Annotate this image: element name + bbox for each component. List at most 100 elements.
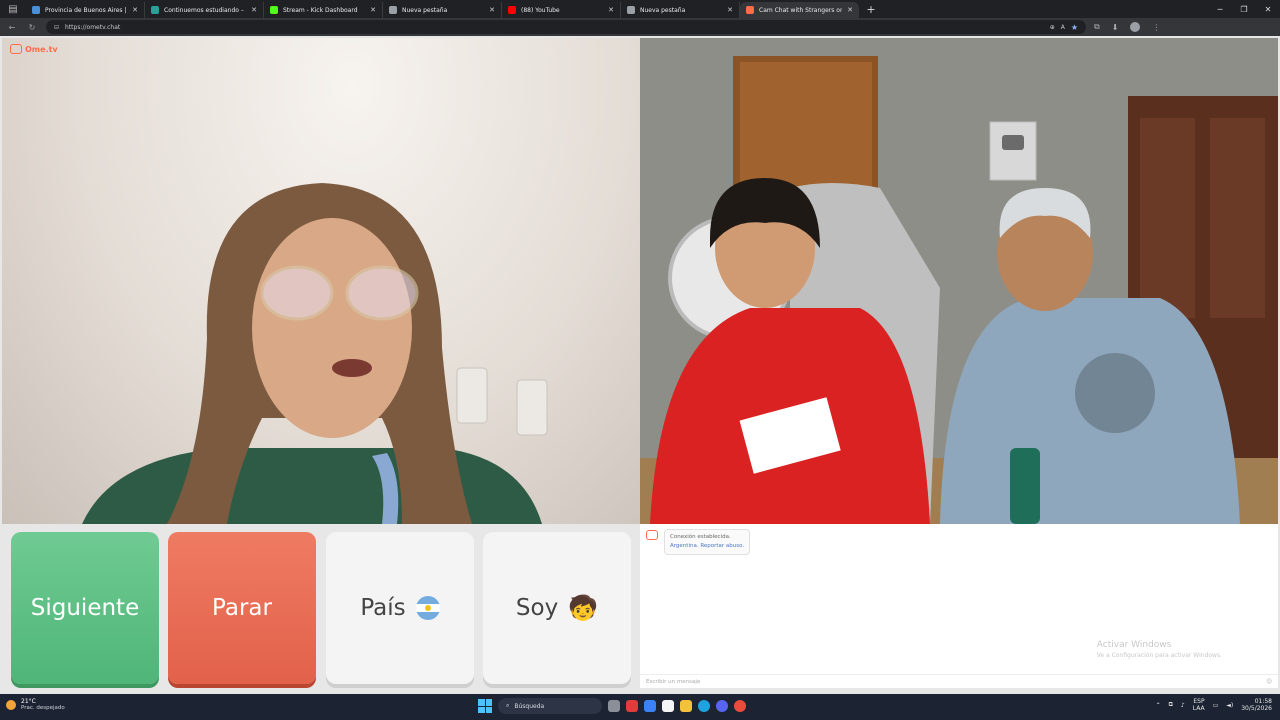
tab-search-icon[interactable]: ▤ xyxy=(0,0,26,18)
gender-button-label: Soy xyxy=(515,595,559,621)
boy-icon: 🧒 xyxy=(568,594,599,622)
search-icon: ⌕ xyxy=(506,702,510,709)
system-message: Conexión establecida. Argentina. Reporta… xyxy=(646,529,751,555)
tab-close-icon[interactable]: ✕ xyxy=(847,6,853,14)
tab-title: Provincia de Buenos Aires | xyxy=(45,6,127,14)
network-icon[interactable]: ▭ xyxy=(1213,702,1219,709)
tab-favicon-icon xyxy=(627,6,635,14)
weather-widget[interactable]: 21°C Prac. despejado xyxy=(6,698,65,712)
chat-input-placeholder: Escribir un mensaje xyxy=(646,678,701,685)
stop-button[interactable]: Parar xyxy=(168,532,316,684)
clock-date: 30/5/2026 xyxy=(1241,705,1272,712)
browser-tab[interactable]: Cam Chat with Strangers on ✕ xyxy=(740,2,859,18)
local-video: Ome.tv xyxy=(2,38,640,524)
address-bar[interactable]: ⊟ https://ometv.chat ⊕ A ★ xyxy=(46,20,1086,34)
watermark-title: Activar Windows xyxy=(1096,640,1172,650)
lang-top: ESP xyxy=(1193,698,1205,705)
ometv-chat-icon xyxy=(646,530,658,540)
app-icon-red[interactable] xyxy=(626,700,638,712)
tab-favicon-icon xyxy=(746,6,754,14)
tab-title: Nueva pestaña xyxy=(402,6,448,14)
task-view-icon[interactable] xyxy=(608,700,620,712)
window-controls: ─ ❐ ✕ xyxy=(1208,0,1280,18)
emoji-icon[interactable]: ☺ xyxy=(1266,679,1272,685)
clock[interactable]: 01:58 30/5/2026 xyxy=(1241,698,1272,712)
browser-tab[interactable]: Stream - Kick Dashboard ✕ xyxy=(264,2,383,18)
browser-tab[interactable]: Nueva pestaña ✕ xyxy=(383,2,502,18)
downloads-icon[interactable]: ⬇ xyxy=(1112,23,1119,32)
chrome-icon[interactable] xyxy=(734,700,746,712)
remote-video-scene xyxy=(640,38,1278,524)
gender-button[interactable]: Soy 🧒 xyxy=(483,532,631,684)
zoom-icon[interactable]: ⊕ xyxy=(1050,24,1055,31)
url-text: https://ometv.chat xyxy=(65,23,121,31)
bookmark-star-icon[interactable]: ★ xyxy=(1071,23,1078,32)
weather-sun-icon xyxy=(6,700,16,710)
browser-tab[interactable]: Provincia de Buenos Aires | ✕ xyxy=(26,2,145,18)
tab-favicon-icon xyxy=(508,6,516,14)
tab-close-icon[interactable]: ✕ xyxy=(370,6,376,14)
mic-icon[interactable]: ♪ xyxy=(1181,702,1185,709)
local-video-scene xyxy=(82,183,548,524)
maximize-icon[interactable]: ❐ xyxy=(1232,0,1256,18)
edge-icon[interactable] xyxy=(698,700,710,712)
site-info-icon[interactable]: ⊟ xyxy=(54,24,59,31)
lang-bottom: LAA xyxy=(1192,705,1205,712)
app-icon-white[interactable] xyxy=(662,700,674,712)
tab-title: Cam Chat with Strangers on xyxy=(759,6,843,14)
next-button[interactable]: Siguiente xyxy=(11,532,159,684)
tab-favicon-icon xyxy=(32,6,40,14)
discord-icon[interactable] xyxy=(716,700,728,712)
extensions-icon[interactable]: ⧉ xyxy=(1094,22,1100,32)
taskbar-apps: ⌕ Búsqueda xyxy=(478,698,746,714)
remote-video xyxy=(640,38,1278,524)
app-icon-blue[interactable] xyxy=(644,700,656,712)
tab-title: Nueva pestaña xyxy=(640,6,686,14)
browser-tab-strip: ▤ Provincia de Buenos Aires | ✕ Continuemo… xyxy=(0,0,1280,18)
tab-favicon-icon xyxy=(151,6,159,14)
tab-title: (88) YouTube xyxy=(521,6,560,14)
tab-close-icon[interactable]: ✕ xyxy=(608,6,614,14)
menu-icon[interactable]: ⋮ xyxy=(1152,23,1160,32)
ometv-logo[interactable]: Ome.tv xyxy=(10,44,58,54)
close-window-icon[interactable]: ✕ xyxy=(1256,0,1280,18)
tab-close-icon[interactable]: ✕ xyxy=(727,6,733,14)
browser-tab[interactable]: Continuemos estudiando – Plata ✕ xyxy=(145,2,264,18)
message-line-connection: Conexión establecida. xyxy=(670,534,731,540)
argentina-flag-icon xyxy=(415,596,440,620)
translate-icon[interactable]: A xyxy=(1061,24,1065,31)
system-tray: ⌃ ⧉ ♪ ESP LAA ▭ ◄) 01:58 30/5/2026 xyxy=(1156,698,1272,712)
windows-activation-watermark: Activar Windows Ve a Configuración para … xyxy=(1097,640,1222,659)
country-button-label: País xyxy=(360,595,406,621)
report-abuse-link[interactable]: Argentina. Reportar abuso. xyxy=(670,542,744,551)
tab-close-icon[interactable]: ✕ xyxy=(489,6,495,14)
volume-icon[interactable]: ◄) xyxy=(1226,702,1233,709)
tray-chevron-icon[interactable]: ⌃ xyxy=(1156,702,1161,709)
back-icon[interactable]: ← xyxy=(6,23,18,32)
tab-favicon-icon xyxy=(389,6,397,14)
taskbar-search[interactable]: ⌕ Búsqueda xyxy=(498,698,602,714)
clock-time: 01:58 xyxy=(1254,698,1272,705)
chat-input[interactable]: Escribir un mensaje ☺ xyxy=(640,674,1278,688)
file-explorer-icon[interactable] xyxy=(680,700,692,712)
tab-close-icon[interactable]: ✕ xyxy=(251,6,257,14)
tray-app-icon[interactable]: ⧉ xyxy=(1169,701,1173,709)
minimize-icon[interactable]: ─ xyxy=(1208,0,1232,18)
page: Ome.tv Siguiente Parar País Soy 🧒 Conexi… xyxy=(0,36,1280,694)
new-tab-button[interactable]: + xyxy=(863,3,879,16)
chat-panel: Conexión establecida. Argentina. Reporta… xyxy=(640,524,1278,688)
browser-tab[interactable]: (88) YouTube ✕ xyxy=(502,2,621,18)
windows-taskbar: 21°C Prac. despejado ⌕ Búsqueda ⌃ ⧉ ♪ ES… xyxy=(0,694,1280,720)
browser-tab[interactable]: Nueva pestaña ✕ xyxy=(621,2,740,18)
weather-temp: 21°C xyxy=(21,698,36,705)
stop-button-label: Parar xyxy=(212,595,272,621)
ometv-logo-icon xyxy=(10,44,22,54)
language-indicator[interactable]: ESP LAA xyxy=(1193,698,1205,712)
profile-avatar[interactable] xyxy=(1130,22,1141,32)
browser-toolbar: ← ↻ ⊟ https://ometv.chat ⊕ A ★ ⧉ ⬇ ⋮ xyxy=(0,18,1280,36)
start-icon[interactable] xyxy=(478,699,492,713)
tab-close-icon[interactable]: ✕ xyxy=(132,6,138,14)
country-button[interactable]: País xyxy=(326,532,474,684)
tab-title: Continuemos estudiando – Plata xyxy=(164,6,246,14)
reload-icon[interactable]: ↻ xyxy=(26,23,38,32)
